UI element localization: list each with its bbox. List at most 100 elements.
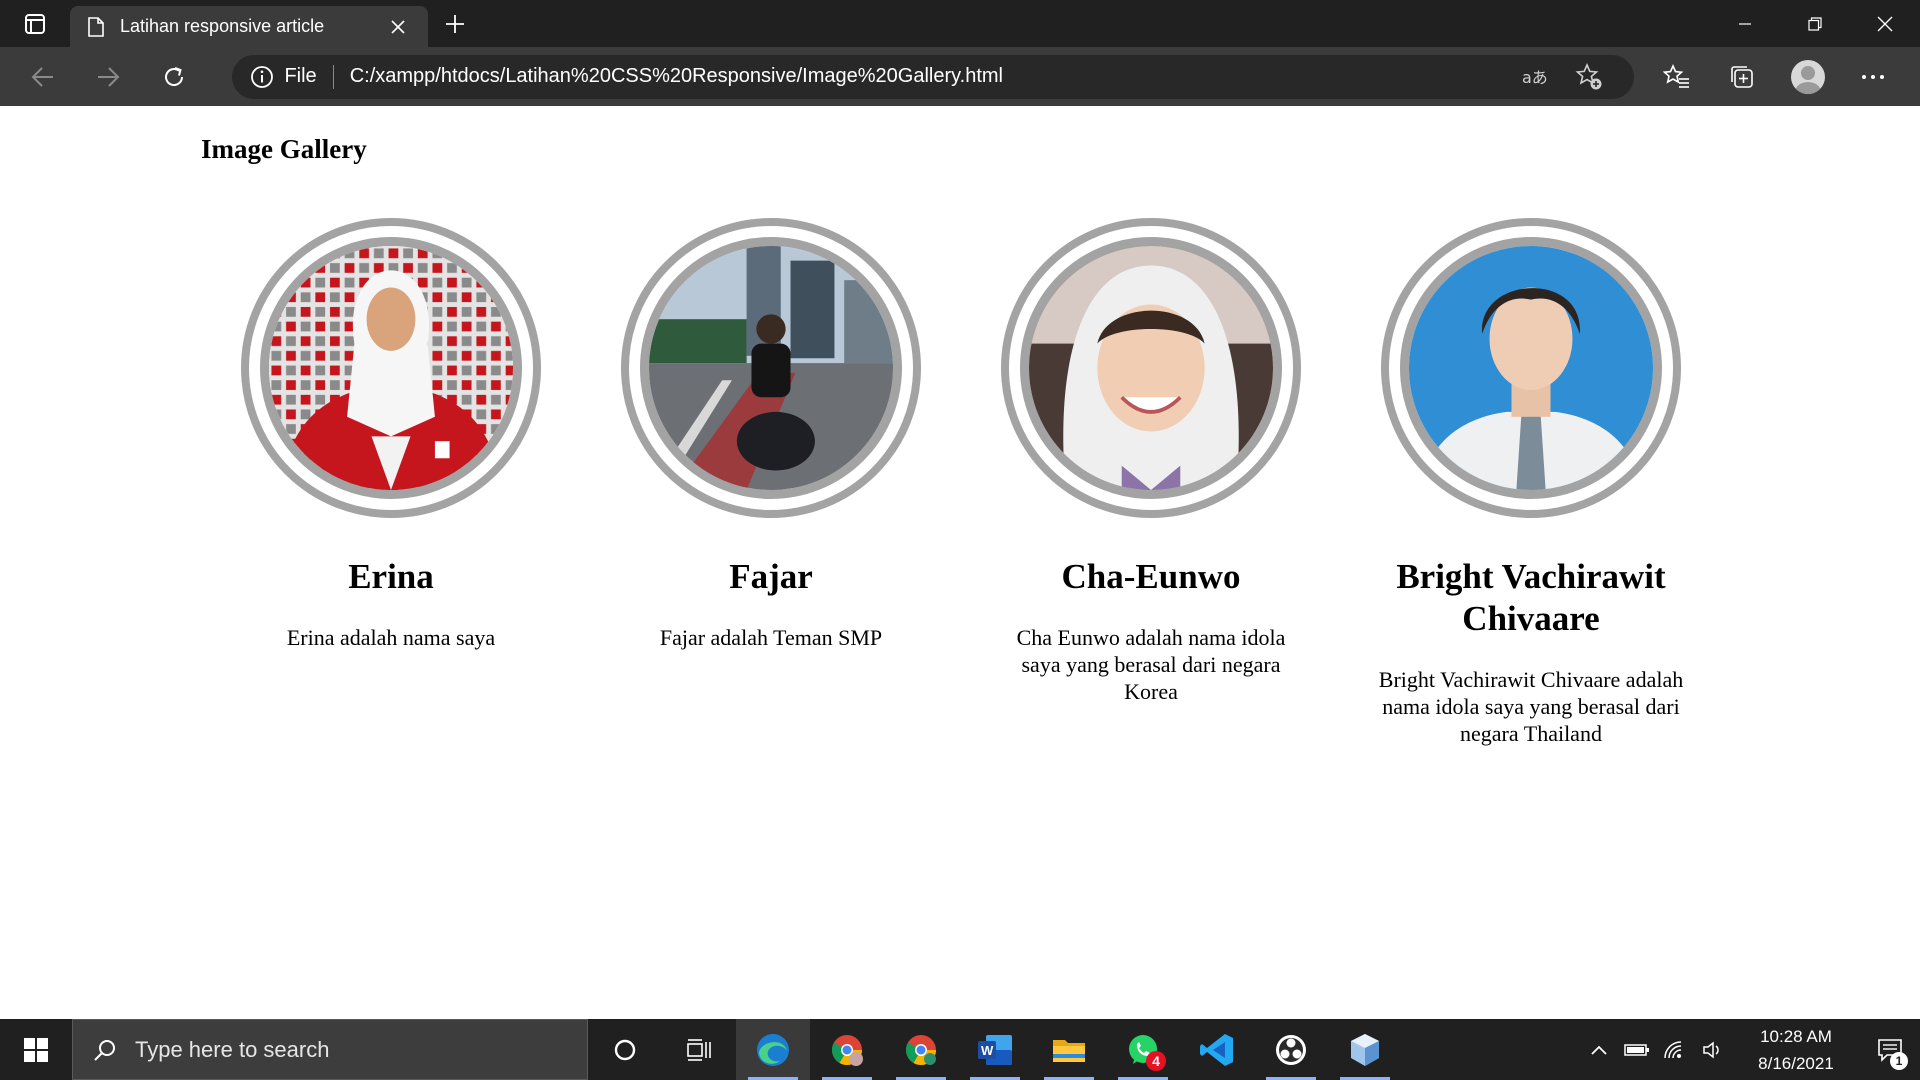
card-description: Bright Vachirawit Chivaare adalah nama i… [1378,667,1684,746]
cortana-icon [614,1039,636,1060]
plus-icon [446,14,464,33]
address-bar[interactable]: File C:/xampp/htdocs/Latihan%20CSS%20Res… [232,54,1635,99]
gallery-card: Fajar Fajar adalah Teman SMP [581,218,961,747]
address-divider [332,64,334,89]
forward-button[interactable] [79,54,136,100]
volume-button[interactable] [1694,1019,1732,1080]
back-button[interactable] [14,54,71,100]
tab-close-button[interactable] [386,15,410,39]
taskbar-clock[interactable]: 10:28 AM 8/16/2021 [1742,1023,1850,1077]
star-add-icon [1575,62,1602,89]
favorites-icon [1663,63,1690,88]
close-window-button[interactable] [1850,0,1920,47]
window-controls [1710,0,1920,47]
svg-text:aあ: aあ [1522,68,1548,87]
read-aloud-button[interactable]: aあ [1508,55,1562,99]
close-icon [391,19,405,34]
read-aloud-icon: aあ [1522,68,1548,87]
minimize-button[interactable] [1710,0,1780,47]
photo-frame [621,218,921,518]
svg-text:W: W [981,1043,994,1058]
photo-frame [241,218,541,518]
card-description: Erina adalah nama saya [286,625,496,650]
taskbar-word[interactable]: W [958,1019,1032,1080]
word-icon: W [978,1034,1012,1065]
system-tray: 10:28 AM 8/16/2021 1 [1580,1019,1920,1080]
tab-actions-icon [25,13,45,34]
gallery-card: Erina Erina adalah nama saya [201,218,581,747]
windows-taskbar: Type here to search W 4 10:28 AM 8/16/20… [0,1019,1920,1080]
tab-actions-button[interactable] [0,0,70,47]
chrome-icon [905,1034,936,1065]
image-gallery: Erina Erina adalah nama saya Fajar Fajar… [201,218,1721,747]
taskbar-whatsapp[interactable]: 4 [1106,1019,1180,1080]
gallery-card: Bright Vachirawit Chivaare Bright Vachir… [1341,218,1721,747]
url-text[interactable]: C:/xampp/htdocs/Latihan%20CSS%20Responsi… [350,65,1509,88]
page-title: Image Gallery [201,134,367,164]
page-icon [88,16,104,37]
folder-icon [1053,1039,1085,1062]
favorites-button[interactable] [1644,54,1709,100]
start-button[interactable] [0,1019,72,1080]
browser-titlebar: Latihan responsive article [0,0,1920,47]
cortana-button[interactable] [588,1019,662,1080]
tab-title: Latihan responsive article [120,16,325,36]
notification-count-badge: 1 [1890,1052,1908,1070]
chrome-icon [831,1034,863,1066]
whatsapp-badge: 4 [1146,1051,1166,1071]
profile-button[interactable] [1775,54,1840,100]
speaker-icon [1703,1040,1719,1059]
taskbar-file-explorer[interactable] [1032,1019,1106,1080]
restore-icon [1808,16,1822,31]
settings-more-button[interactable] [1841,54,1906,100]
network-button[interactable] [1656,1019,1694,1080]
taskbar-virtualbox[interactable] [1328,1019,1402,1080]
gallery-card: Cha-Eunwo Cha Eunwo adalah nama idola sa… [961,218,1341,747]
collections-icon [1731,65,1754,88]
profile-photo [1400,237,1662,499]
card-name: Fajar [729,557,813,596]
taskbar-chrome-profile[interactable] [810,1019,884,1080]
chevron-up-icon [1591,1045,1607,1055]
photo-frame [1001,218,1301,518]
task-view-icon [687,1038,711,1061]
arrow-right-icon [98,66,120,87]
search-placeholder: Type here to search [135,1036,330,1062]
cube-icon [1351,1033,1379,1066]
refresh-button[interactable] [145,54,202,100]
taskbar-vscode[interactable] [1180,1019,1254,1080]
photo-frame [1381,218,1681,518]
battery-button[interactable] [1618,1019,1656,1080]
restore-button[interactable] [1780,0,1850,47]
refresh-icon [164,66,183,86]
card-description: Cha Eunwo adalah nama idola saya yang be… [1016,625,1286,704]
profile-photo [1020,237,1282,499]
card-name: Bright Vachirawit Chivaare [1396,557,1666,638]
avatar [1790,59,1825,94]
add-favorite-button[interactable] [1562,55,1616,99]
info-icon[interactable] [250,65,274,89]
taskbar-obs[interactable] [1254,1019,1328,1080]
page-content: Image Gallery Erina Erina adalah nama sa… [0,106,1920,1019]
card-name: Erina [348,557,434,596]
task-view-button[interactable] [662,1019,736,1080]
browser-toolbar: File C:/xampp/htdocs/Latihan%20CSS%20Res… [0,47,1920,106]
wifi-icon [1664,1040,1682,1058]
vscode-icon [1200,1033,1233,1066]
taskbar-edge[interactable] [736,1019,810,1080]
card-description: Fajar adalah Teman SMP [659,625,883,650]
new-tab-button[interactable] [428,0,482,47]
profile-photo [640,237,902,499]
search-icon [93,1038,117,1062]
show-hidden-icons-button[interactable] [1580,1019,1618,1080]
action-center-button[interactable]: 1 [1860,1019,1920,1080]
card-name: Cha-Eunwo [1061,557,1241,596]
collections-button[interactable] [1710,54,1775,100]
minimize-icon [1739,22,1751,25]
close-icon [1877,16,1893,31]
browser-tab[interactable]: Latihan responsive article [70,6,428,47]
taskbar-chrome[interactable] [884,1019,958,1080]
taskbar-search-box[interactable]: Type here to search [72,1019,588,1080]
windows-logo-icon [24,1037,48,1062]
clock-date: 8/16/2021 [1758,1053,1834,1073]
